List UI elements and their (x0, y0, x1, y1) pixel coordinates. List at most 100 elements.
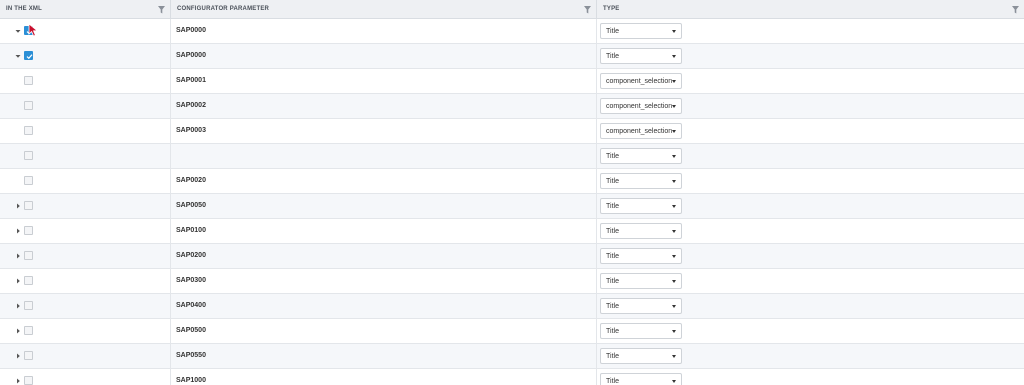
column-header-label: IN THE XML (6, 6, 42, 12)
type-select[interactable]: Title (600, 373, 682, 385)
in-xml-checkbox[interactable] (24, 251, 33, 260)
column-header-configurator-parameter[interactable]: CONFIGURATOR PARAMETER (171, 0, 597, 19)
table-row[interactable]: SAP0000 Title (0, 44, 1024, 69)
caret-down-icon[interactable] (14, 52, 22, 60)
parameter-label: SAP0002 (176, 102, 206, 109)
chevron-down-icon (672, 55, 676, 58)
caret-down-icon[interactable] (14, 27, 22, 35)
configurator-parameter-cell: SAP0300 (171, 269, 597, 293)
type-select[interactable]: Title (600, 23, 682, 39)
configurator-parameter-cell: SAP0400 (171, 294, 597, 318)
caret-right-icon[interactable] (14, 352, 22, 360)
configurator-parameter-cell: SAP0100 (171, 219, 597, 243)
type-cell: Title (597, 19, 1024, 43)
table-row[interactable]: SAP1000 Title (0, 369, 1024, 385)
chevron-down-icon (672, 255, 676, 258)
chevron-down-icon (672, 380, 676, 383)
in-the-xml-cell (0, 219, 171, 243)
chevron-down-icon (672, 355, 676, 358)
type-select-value: Title (606, 278, 619, 285)
in-xml-checkbox[interactable] (24, 151, 33, 160)
caret-right-icon[interactable] (14, 377, 22, 385)
parameter-label: SAP0003 (176, 127, 206, 134)
type-select-value: Title (606, 353, 619, 360)
type-select[interactable]: Title (600, 323, 682, 339)
table-row[interactable]: SAP0200 Title (0, 244, 1024, 269)
in-xml-checkbox[interactable] (24, 376, 33, 385)
in-the-xml-cell (0, 369, 171, 385)
table-row[interactable]: Title (0, 144, 1024, 169)
chevron-down-icon (672, 305, 676, 308)
type-select[interactable]: component_selection (600, 123, 682, 139)
caret-right-icon[interactable] (14, 302, 22, 310)
type-select[interactable]: Title (600, 48, 682, 64)
configurator-parameter-cell (171, 144, 597, 168)
mouse-pointer-icon (28, 23, 39, 37)
in-the-xml-cell (0, 119, 171, 143)
column-header-in-the-xml[interactable]: IN THE XML (0, 0, 171, 19)
in-xml-checkbox[interactable] (24, 101, 33, 110)
column-header-type[interactable]: TYPE (597, 0, 1024, 19)
in-xml-checkbox[interactable] (24, 51, 33, 60)
in-xml-checkbox[interactable] (24, 176, 33, 185)
type-cell: Title (597, 369, 1024, 385)
configurator-parameter-cell: SAP0050 (171, 194, 597, 218)
filter-icon[interactable] (584, 6, 591, 14)
type-select[interactable]: Title (600, 298, 682, 314)
type-select[interactable]: component_selection (600, 73, 682, 89)
parameter-label: SAP0050 (176, 202, 206, 209)
in-xml-checkbox[interactable] (24, 226, 33, 235)
type-select[interactable]: component_selection (600, 98, 682, 114)
chevron-down-icon (672, 180, 676, 183)
table-row[interactable]: SAP0050 Title (0, 194, 1024, 219)
in-xml-checkbox[interactable] (24, 326, 33, 335)
type-cell: component_selection (597, 119, 1024, 143)
in-xml-checkbox[interactable] (24, 126, 33, 135)
type-select[interactable]: Title (600, 198, 682, 214)
in-xml-checkbox[interactable] (24, 76, 33, 85)
in-xml-checkbox[interactable] (24, 301, 33, 310)
type-select-value: Title (606, 178, 619, 185)
caret-right-icon[interactable] (14, 252, 22, 260)
type-select[interactable]: Title (600, 148, 682, 164)
filter-icon[interactable] (158, 6, 165, 14)
table-row[interactable]: SAP0001 component_selection (0, 69, 1024, 94)
type-select-value: Title (606, 153, 619, 160)
table-row[interactable]: SAP0550 Title (0, 344, 1024, 369)
in-the-xml-cell (0, 294, 171, 318)
table-row[interactable]: SAP0002 component_selection (0, 94, 1024, 119)
type-select-value: Title (606, 228, 619, 235)
table-row[interactable]: SAP0000 Title (0, 19, 1024, 44)
caret-right-icon[interactable] (14, 202, 22, 210)
type-select[interactable]: Title (600, 173, 682, 189)
type-select[interactable]: Title (600, 273, 682, 289)
parameter-label: SAP0200 (176, 252, 206, 259)
type-cell: Title (597, 294, 1024, 318)
in-xml-checkbox[interactable] (24, 276, 33, 285)
table-row[interactable]: SAP0300 Title (0, 269, 1024, 294)
in-xml-checkbox[interactable] (24, 351, 33, 360)
parameter-label: SAP0020 (176, 177, 206, 184)
table-row[interactable]: SAP0003 component_selection (0, 119, 1024, 144)
table-row[interactable]: SAP0500 Title (0, 319, 1024, 344)
configurator-parameter-cell: SAP0002 (171, 94, 597, 118)
filter-icon[interactable] (1012, 6, 1019, 14)
table-row[interactable]: SAP0020 Title (0, 169, 1024, 194)
chevron-down-icon (672, 230, 676, 233)
caret-right-icon[interactable] (14, 327, 22, 335)
caret-right-icon[interactable] (14, 227, 22, 235)
type-select[interactable]: Title (600, 223, 682, 239)
in-the-xml-cell (0, 194, 171, 218)
type-select[interactable]: Title (600, 248, 682, 264)
in-xml-checkbox[interactable] (24, 201, 33, 210)
type-select-value: Title (606, 378, 619, 385)
configurator-parameter-cell: SAP0550 (171, 344, 597, 368)
type-select[interactable]: Title (600, 348, 682, 364)
configurator-parameter-cell: SAP0000 (171, 19, 597, 43)
table-row[interactable]: SAP0100 Title (0, 219, 1024, 244)
in-the-xml-cell (0, 94, 171, 118)
caret-right-icon[interactable] (14, 277, 22, 285)
type-cell: component_selection (597, 69, 1024, 93)
configurator-parameter-cell: SAP0500 (171, 319, 597, 343)
table-row[interactable]: SAP0400 Title (0, 294, 1024, 319)
